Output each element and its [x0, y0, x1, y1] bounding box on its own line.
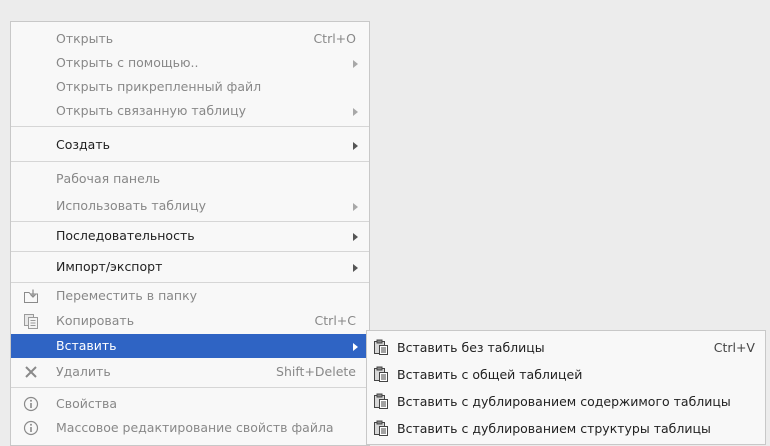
submenu-arrow-icon: [353, 60, 358, 68]
submenu-item-paste-without-table[interactable]: Вставить без таблицы Ctrl+V: [367, 334, 765, 361]
menu-item-label: Открыть связанную таблицу: [56, 103, 247, 118]
menu-item-label: Свойства: [56, 396, 118, 411]
menu-item-label: Последовательность: [56, 228, 195, 243]
paste-icon: [374, 420, 388, 436]
info-icon: [23, 420, 39, 436]
submenu-item-paste-duplicate-structure[interactable]: Вставить с дублированием структуры табли…: [367, 415, 765, 442]
context-menu: Открыть Ctrl+O Открыть с помощью.. Откры…: [10, 21, 370, 446]
menu-item-label: Создать: [56, 137, 110, 152]
menu-item-copy[interactable]: Копировать Ctrl+C: [11, 309, 369, 333]
menu-item-move-to-folder[interactable]: Переместить в папку: [11, 284, 369, 308]
shortcut-label: Shift+Delete: [276, 364, 356, 379]
menu-separator: [11, 221, 369, 222]
copy-icon: [24, 314, 38, 329]
menu-item-use-table[interactable]: Использовать таблицу: [11, 194, 369, 218]
menu-item-label: Копировать: [56, 313, 135, 328]
menu-item-open-attached-file[interactable]: Открыть прикрепленный файл: [11, 75, 369, 99]
submenu-item-paste-duplicate-content[interactable]: Вставить с дублированием содержимого таб…: [367, 388, 765, 415]
shortcut-label: Ctrl+O: [313, 31, 356, 46]
menu-item-label: Импорт/экспорт: [56, 259, 163, 274]
menu-item-label: Удалить: [56, 364, 111, 379]
submenu-item-label: Вставить без таблицы: [397, 340, 545, 355]
paste-icon: [374, 393, 388, 409]
move-to-folder-icon: [24, 289, 38, 303]
menu-item-label: Открыть: [56, 31, 114, 46]
submenu-arrow-icon: [353, 108, 358, 116]
menu-item-open[interactable]: Открыть Ctrl+O: [11, 27, 369, 51]
submenu-arrow-icon: [353, 233, 358, 241]
shortcut-label: Ctrl+C: [314, 313, 356, 328]
menu-item-delete[interactable]: Удалить Shift+Delete: [11, 360, 369, 384]
menu-item-dashboard[interactable]: Рабочая панель: [11, 167, 369, 191]
menu-item-label: Вставить: [56, 338, 117, 353]
menu-separator: [11, 282, 369, 283]
shortcut-label: Ctrl+V: [713, 340, 755, 355]
submenu-arrow-icon: [353, 343, 358, 351]
menu-item-label: Использовать таблицу: [56, 198, 207, 213]
submenu-item-label: Вставить с общей таблицей: [397, 367, 583, 382]
submenu-item-paste-with-shared-table[interactable]: Вставить с общей таблицей: [367, 361, 765, 388]
menu-separator: [11, 251, 369, 252]
menu-separator: [11, 387, 369, 388]
menu-item-label: Рабочая панель: [56, 171, 161, 186]
paste-submenu: Вставить без таблицы Ctrl+V Вставить с о…: [366, 330, 766, 445]
menu-item-open-linked-table[interactable]: Открыть связанную таблицу: [11, 99, 369, 123]
paste-icon: [374, 339, 388, 355]
menu-separator: [11, 126, 369, 127]
menu-item-create[interactable]: Создать: [11, 133, 369, 157]
delete-x-icon: [25, 366, 37, 378]
submenu-arrow-icon: [353, 142, 358, 150]
menu-item-label: Открыть прикрепленный файл: [56, 79, 262, 94]
submenu-item-label: Вставить с дублированием структуры табли…: [397, 421, 711, 436]
menu-item-label: Открыть с помощью..: [56, 55, 199, 70]
menu-item-properties[interactable]: Свойства: [11, 392, 369, 416]
info-icon: [23, 396, 39, 412]
menu-item-label: Массовое редактирование свойств файла: [56, 420, 334, 435]
paste-icon: [374, 366, 388, 382]
submenu-item-label: Вставить с дублированием содержимого таб…: [397, 394, 731, 409]
menu-item-label: Переместить в папку: [56, 288, 198, 303]
submenu-arrow-icon: [353, 203, 358, 211]
menu-item-import-export[interactable]: Импорт/экспорт: [11, 255, 369, 279]
submenu-arrow-icon: [353, 264, 358, 272]
menu-separator: [11, 161, 369, 162]
menu-item-sequence[interactable]: Последовательность: [11, 224, 369, 248]
menu-item-paste[interactable]: Вставить: [11, 334, 369, 358]
menu-item-bulk-edit-properties[interactable]: Массовое редактирование свойств файла: [11, 416, 369, 440]
menu-item-open-with[interactable]: Открыть с помощью..: [11, 51, 369, 75]
